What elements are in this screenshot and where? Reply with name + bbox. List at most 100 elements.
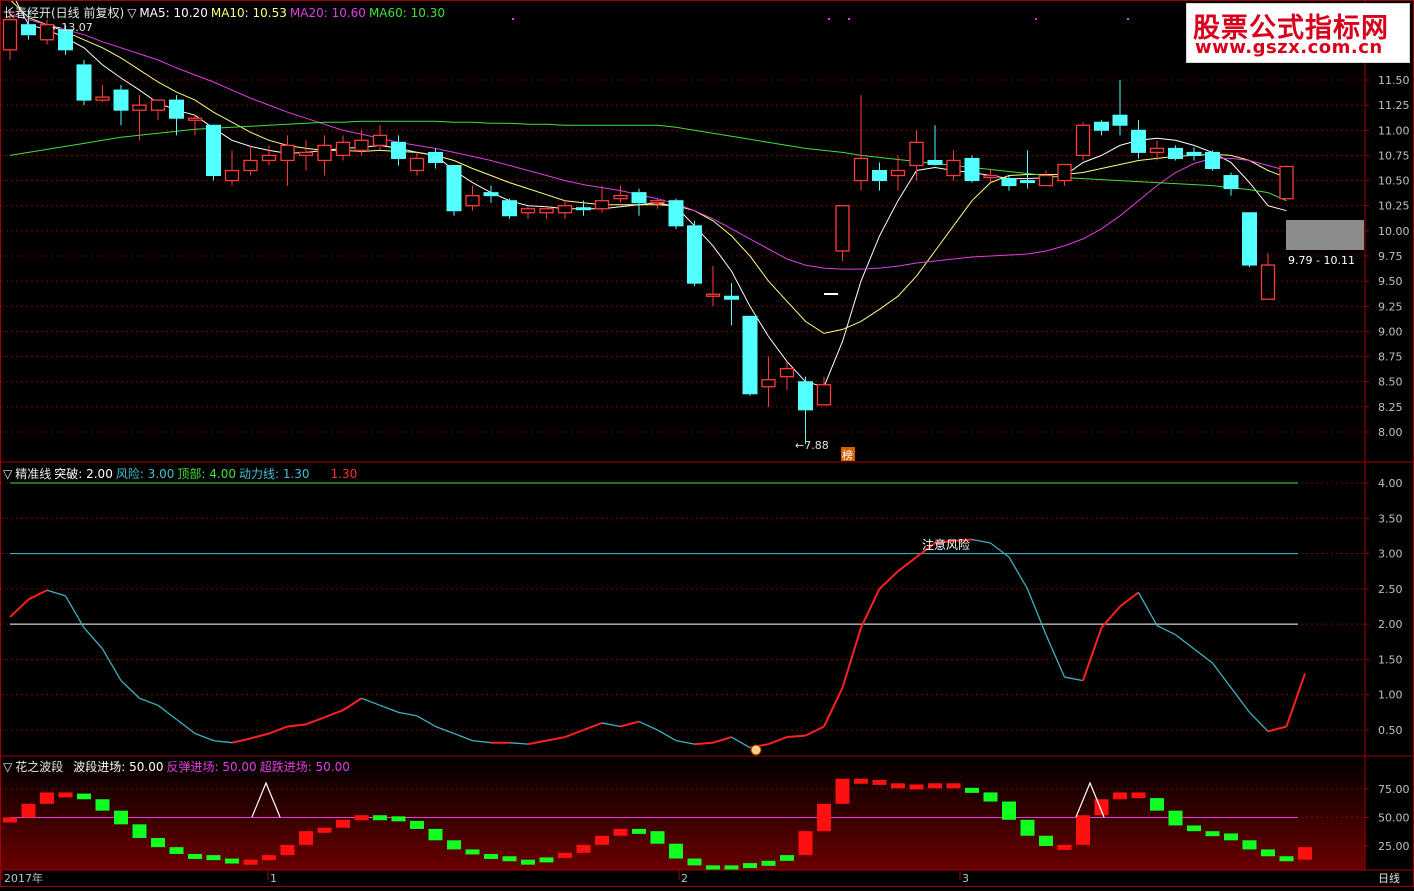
chart-window[interactable]: ←13.07 ←7.88 榜 注意风险 11.50 11.25 11.00 10.75 10… (0, 0, 1414, 887)
wave-bar (3, 817, 17, 823)
power-line-segment (231, 737, 251, 744)
y-tick-label: 10.50 (1378, 175, 1410, 188)
candle-body-up (594, 200, 610, 210)
y-tick-label: 25.00 (1378, 840, 1410, 853)
y-tick-label: 2.00 (1378, 618, 1403, 631)
indicator1-name[interactable]: 精准线 (15, 467, 51, 481)
ma-menu-arrow[interactable]: ▽ (127, 6, 136, 20)
power-line-segment (305, 716, 325, 726)
power-line-segment (379, 704, 399, 713)
candle-body-up (280, 144, 295, 162)
candle-body-up (1279, 165, 1294, 200)
y-tick-label: 8.75 (1378, 351, 1403, 364)
candle-body-up (816, 384, 832, 406)
power-line-segment (1193, 648, 1213, 664)
power-line-segment (768, 736, 788, 746)
price-range-label: 9.79 - 10.11 (1288, 254, 1355, 267)
wave-bar (650, 831, 665, 844)
wave-bar (95, 799, 110, 811)
wave-bar (1224, 833, 1238, 841)
risk-annotation: 注意风险 (922, 537, 970, 552)
power-line-segment (805, 725, 825, 737)
power-line-segment (657, 729, 677, 742)
wave-bar (1113, 792, 1127, 800)
wave-bar (613, 828, 628, 836)
power-line-segment (213, 739, 233, 744)
wave-bar (336, 819, 350, 828)
stock-title[interactable]: 长春经开(日线 前复权) (3, 6, 124, 20)
param-risk: 风险: 3.00 (115, 467, 175, 481)
y-tick-label: 4.00 (1378, 477, 1403, 490)
wave-bar (391, 816, 406, 822)
wave-bar (817, 803, 831, 832)
y-tick-label: 2.50 (1378, 583, 1403, 596)
param-power-line: 动力线: 1.30 (238, 467, 310, 481)
ma20-label: MA20: 10.60 (289, 6, 366, 20)
power-line-segment (472, 739, 492, 744)
candle-body-down (1223, 175, 1239, 190)
power-line-segment (601, 722, 621, 728)
power-line-segment (694, 741, 714, 746)
wave-bar (21, 803, 36, 818)
candle-body-up (150, 99, 166, 111)
candle-body-up (187, 117, 203, 121)
ma60-line (9, 120, 1287, 202)
candle-body-up (1057, 163, 1072, 182)
power-line-segment (1285, 673, 1306, 727)
candle-body-down (1094, 121, 1109, 131)
indicator2-header: ▽ 花之波段 波段进场: 50.00 反弹进场: 50.00 超跌进场: 50.00 (3, 758, 353, 775)
badge-label: 榜 (842, 448, 853, 462)
power-line-segment (176, 718, 196, 735)
money-bag-icon (750, 744, 762, 756)
power-line-segment (453, 732, 473, 742)
candle-body-up (409, 157, 425, 172)
indicator2-name[interactable]: 花之波段 (15, 760, 63, 774)
power-line-segment (250, 732, 270, 740)
candle-body-up (853, 157, 869, 182)
wave-bar (262, 855, 276, 861)
power-line-segment (9, 598, 30, 618)
power-line-segment (1230, 687, 1251, 713)
candle-body-up (2, 19, 18, 51)
wave-bar (1242, 840, 1257, 850)
candle-body-up (1149, 147, 1165, 154)
y-tick-label: 11.25 (1378, 99, 1410, 112)
indicator2-menu-arrow[interactable]: ▽ (3, 760, 12, 774)
power-line-segment (342, 697, 363, 712)
candle-body-down (798, 381, 813, 411)
candle-body-down (1001, 178, 1017, 187)
wave-bar (77, 793, 91, 800)
candle-body-up (465, 195, 480, 207)
x-label-year: 2017年 (4, 871, 43, 885)
y-tick-label: 75.00 (1378, 783, 1410, 796)
candle-body-up (779, 367, 795, 378)
candle-body-down (1020, 180, 1035, 184)
power-line-segment (139, 697, 159, 706)
main-panel-header: 长春经开(日线 前复权) ▽ MA5: 10.20 MA10: 10.53 MA20: … (3, 4, 448, 21)
power-line-segment (509, 742, 529, 745)
param-rebound-entry: 反弹进场: 50.00 (166, 760, 257, 774)
candle-body-down (1205, 151, 1220, 170)
wave-bar (576, 844, 591, 853)
chart-canvas[interactable]: ←13.07←7.88榜 注意风险 11.5011.2511.0010.7510… (0, 0, 1414, 887)
wave-bar (132, 824, 147, 839)
candle-body-up (372, 134, 388, 147)
watermark-logo: 股票公式指标网 www.gszx.com.cn (1186, 3, 1410, 63)
indicator1-menu-arrow[interactable]: ▽ (3, 467, 12, 481)
power-line-segment (287, 723, 307, 728)
wave-bar (1205, 831, 1220, 837)
y-tick-label: 8.25 (1378, 401, 1403, 414)
candle-body-down (169, 99, 184, 119)
power-line-segment (878, 570, 899, 590)
wave-bar (40, 792, 54, 804)
price-range-box (1286, 220, 1364, 250)
wave-bar (595, 835, 609, 845)
candle-body-down (964, 157, 980, 182)
wave-bar (299, 831, 313, 845)
candle-body-down (687, 225, 702, 284)
wave-bar (280, 844, 295, 856)
candle-body-up (557, 205, 573, 214)
wave-bar (317, 827, 332, 833)
power-line-segment (416, 715, 436, 728)
power-line-segment (620, 720, 640, 728)
